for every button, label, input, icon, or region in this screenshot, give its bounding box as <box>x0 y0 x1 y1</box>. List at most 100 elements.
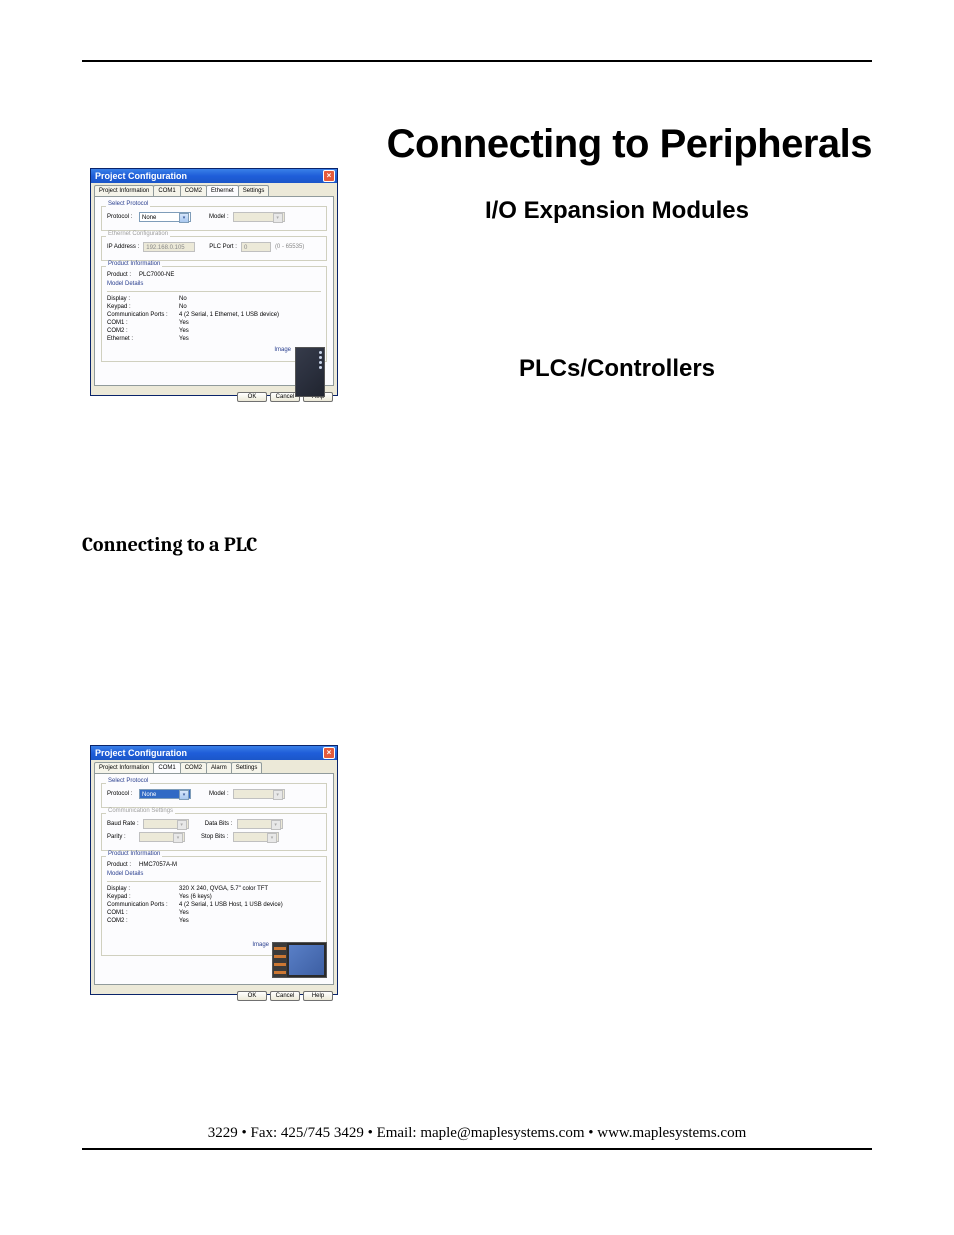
detail-value: Yes <box>179 910 321 916</box>
tab-com2[interactable]: COM2 <box>180 762 207 773</box>
close-button[interactable]: × <box>323 747 335 759</box>
separator <box>107 291 321 292</box>
communication-settings-group: Communication Settings Baud Rate : Data … <box>101 813 327 851</box>
model-details-grid: Display :No Keypad :No Communication Por… <box>107 296 321 342</box>
select-protocol-group: Select Protocol Protocol : None Model : <box>101 206 327 231</box>
tab-row: Project Information COM1 COM2 Alarm Sett… <box>91 760 337 773</box>
tab-alarm[interactable]: Alarm <box>206 762 232 773</box>
ethernet-configuration-group: Ethernet Configuration IP Address : 192.… <box>101 236 327 261</box>
plc-port-field[interactable]: 0 <box>241 242 271 252</box>
tab-panel: Select Protocol Protocol : None Model : … <box>94 196 334 386</box>
data-bits-dropdown[interactable] <box>237 819 283 829</box>
protocol-dropdown[interactable]: None <box>139 212 191 222</box>
tab-com2[interactable]: COM2 <box>180 185 207 196</box>
dialog-title: Project Configuration <box>95 748 187 758</box>
detail-value: Yes <box>179 320 321 326</box>
detail-label: COM2 : <box>107 918 179 924</box>
cancel-button[interactable]: Cancel <box>270 991 300 1001</box>
image-label: Image <box>252 942 269 948</box>
dialog-titlebar[interactable]: Project Configuration × <box>91 169 337 183</box>
ok-button[interactable]: OK <box>237 392 267 402</box>
tab-project-information[interactable]: Project Information <box>94 762 154 773</box>
group-legend: Select Protocol <box>106 778 150 784</box>
ip-address-label: IP Address : <box>107 244 139 250</box>
close-button[interactable]: × <box>323 170 335 182</box>
dialog-buttons: OK Cancel Help <box>91 988 337 1005</box>
group-legend: Product Information <box>106 851 162 857</box>
project-configuration-dialog-com1: Project Configuration × Project Informat… <box>90 745 338 995</box>
protocol-label: Protocol : <box>107 214 135 220</box>
protocol-label: Protocol : <box>107 791 135 797</box>
model-details-label: Model Details <box>107 871 321 877</box>
dialog-title: Project Configuration <box>95 171 187 181</box>
detail-label: Communication Ports : <box>107 312 179 318</box>
subheading-plcs-controllers: PLCs/Controllers <box>362 355 872 383</box>
page-title: Connecting to Peripherals <box>82 122 872 167</box>
tab-com1[interactable]: COM1 <box>153 185 180 196</box>
product-image-hmc <box>272 942 327 978</box>
stop-bits-dropdown[interactable] <box>233 832 279 842</box>
select-protocol-group: Select Protocol Protocol : None Model : <box>101 783 327 808</box>
tab-panel: Select Protocol Protocol : None Model : … <box>94 773 334 985</box>
group-legend: Ethernet Configuration <box>106 231 170 237</box>
detail-label: COM1 : <box>107 320 179 326</box>
tab-settings[interactable]: Settings <box>238 185 270 196</box>
detail-value: 4 (2 Serial, 1 USB Host, 1 USB device) <box>179 902 321 908</box>
detail-value: No <box>179 296 321 302</box>
group-legend: Communication Settings <box>106 808 175 814</box>
product-value: PLC7000-NE <box>139 272 174 278</box>
model-label: Model : <box>209 791 229 797</box>
detail-label: Display : <box>107 296 179 302</box>
tab-com1[interactable]: COM1 <box>153 762 180 773</box>
detail-value: Yes <box>179 918 321 924</box>
detail-label: Display : <box>107 886 179 892</box>
detail-label: COM2 : <box>107 328 179 334</box>
page-footer: 3229 • Fax: 425/745 3429 • Email: maple@… <box>82 1125 872 1150</box>
product-label: Product : <box>107 862 135 868</box>
tab-project-information[interactable]: Project Information <box>94 185 154 196</box>
model-details-grid: Display :320 X 240, QVGA, 5.7" color TFT… <box>107 886 321 924</box>
section-heading-connecting-plc: Connecting to a PLC <box>82 533 872 556</box>
data-bits-label: Data Bits : <box>205 821 233 827</box>
image-label: Image <box>274 347 291 353</box>
detail-label: COM1 : <box>107 910 179 916</box>
parity-label: Parity : <box>107 834 135 840</box>
product-image-plc <box>295 347 325 397</box>
model-dropdown[interactable] <box>233 789 285 799</box>
model-label: Model : <box>209 214 229 220</box>
port-range-label: (0 - 65535) <box>275 244 304 250</box>
group-legend: Product Information <box>106 261 162 267</box>
project-configuration-dialog-ethernet: Project Configuration × Project Informat… <box>90 168 338 396</box>
detail-value: No <box>179 304 321 310</box>
product-information-group: Product Information Product : PLC7000-NE… <box>101 266 327 362</box>
detail-label: Keypad : <box>107 894 179 900</box>
detail-label: Communication Ports : <box>107 902 179 908</box>
baud-rate-label: Baud Rate : <box>107 821 139 827</box>
plc-port-label: PLC Port : <box>209 244 237 250</box>
model-dropdown[interactable] <box>233 212 285 222</box>
product-value: HMC7057A-M <box>139 862 177 868</box>
product-information-group: Product Information Product : HMC7057A-M… <box>101 856 327 956</box>
tab-row: Project Information COM1 COM2 Ethernet S… <box>91 183 337 196</box>
footer-text: 3229 • Fax: 425/745 3429 • Email: maple@… <box>208 1125 747 1141</box>
model-details-label: Model Details <box>107 281 321 287</box>
product-label: Product : <box>107 272 135 278</box>
ip-address-field[interactable]: 192.168.0.105 <box>143 242 195 252</box>
parity-dropdown[interactable] <box>139 832 185 842</box>
ok-button[interactable]: OK <box>237 991 267 1001</box>
stop-bits-label: Stop Bits : <box>201 834 229 840</box>
detail-value: 4 (2 Serial, 1 Ethernet, 1 USB device) <box>179 312 321 318</box>
subheading-io-expansion: I/O Expansion Modules <box>362 197 872 225</box>
tab-ethernet[interactable]: Ethernet <box>206 185 239 196</box>
detail-value: Yes <box>179 328 321 334</box>
protocol-dropdown[interactable]: None <box>139 789 191 799</box>
help-button[interactable]: Help <box>303 991 333 1001</box>
baud-rate-dropdown[interactable] <box>143 819 189 829</box>
group-legend: Select Protocol <box>106 201 150 207</box>
detail-value: Yes (6 keys) <box>179 894 321 900</box>
dialog-titlebar[interactable]: Project Configuration × <box>91 746 337 760</box>
detail-value: 320 X 240, QVGA, 5.7" color TFT <box>179 886 321 892</box>
detail-label: Ethernet : <box>107 336 179 342</box>
separator <box>107 881 321 882</box>
tab-settings[interactable]: Settings <box>231 762 263 773</box>
